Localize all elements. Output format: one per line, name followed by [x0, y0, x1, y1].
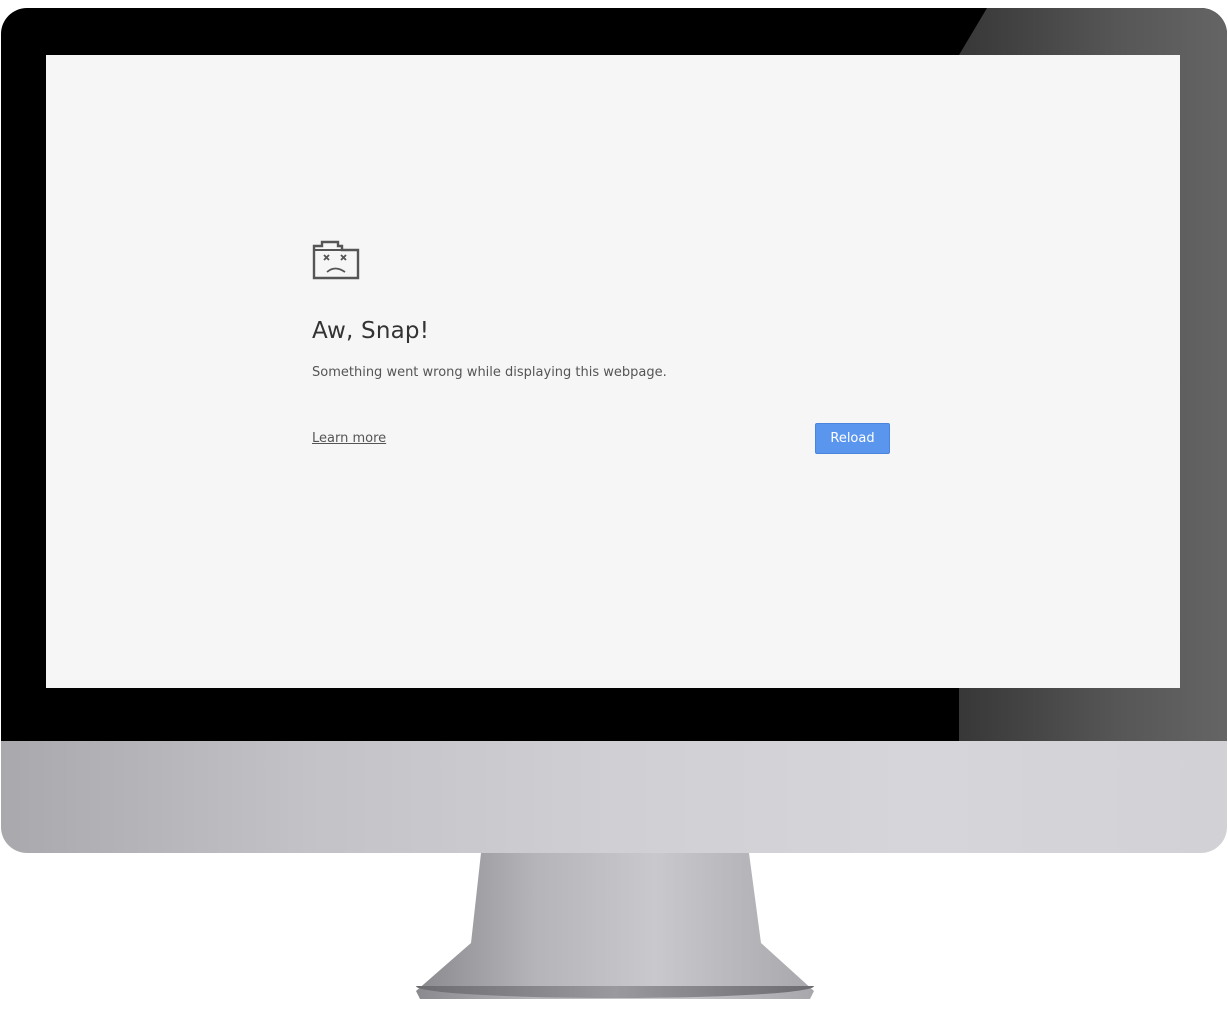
- browser-screen: Aw, Snap! Something went wrong while dis…: [46, 55, 1180, 688]
- monitor-chin: [1, 741, 1227, 853]
- error-title: Aw, Snap!: [312, 318, 430, 344]
- reload-button[interactable]: Reload: [815, 423, 890, 454]
- monitor-scene: Aw, Snap! Something went wrong while dis…: [0, 0, 1228, 1010]
- monitor-stand: [416, 853, 814, 999]
- learn-more-link[interactable]: Learn more: [312, 431, 386, 446]
- sad-tab-icon: [312, 240, 360, 280]
- error-message: Something went wrong while displaying th…: [312, 365, 667, 380]
